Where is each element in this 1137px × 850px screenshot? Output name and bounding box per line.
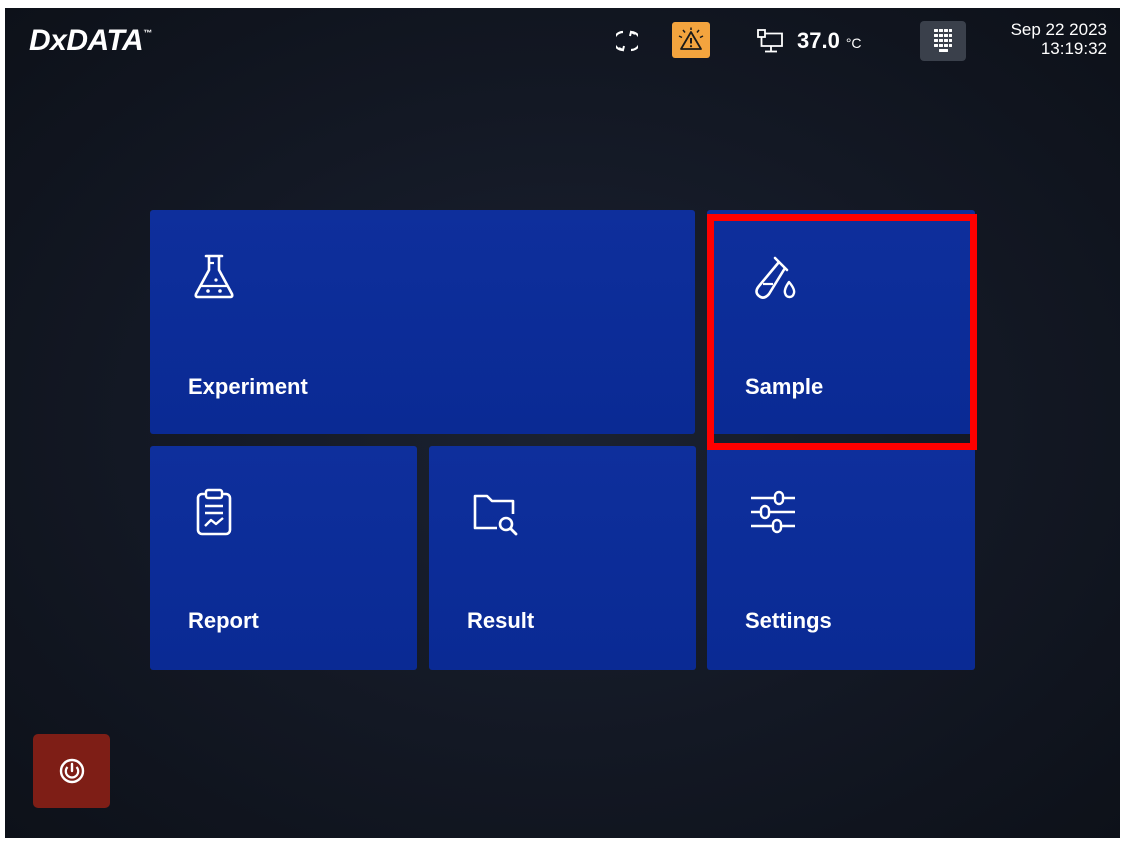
experiment-label: Experiment: [188, 374, 308, 399]
power-button[interactable]: [33, 734, 110, 808]
test-tube-icon: [755, 256, 796, 299]
experiment-tile[interactable]: Experiment: [150, 210, 695, 434]
folder-search-icon: [473, 494, 518, 536]
date-text: Sep 22 2023: [1010, 20, 1107, 39]
logo-text: DxDATA: [29, 24, 144, 57]
bottom-border: [0, 838, 1137, 850]
logo-trademark: ™: [143, 28, 152, 38]
settings-tile[interactable]: Settings: [707, 446, 975, 670]
settings-label: Settings: [745, 608, 832, 633]
result-label: Result: [467, 608, 535, 633]
temperature-unit: °C: [845, 35, 862, 51]
network-icon[interactable]: [755, 18, 785, 64]
result-tile[interactable]: Result: [429, 446, 696, 670]
time-text: 13:19:32: [1040, 39, 1107, 58]
report-tile[interactable]: Report: [150, 446, 417, 670]
power-icon: [59, 758, 84, 784]
temperature-readout: 37.0 °C: [797, 18, 862, 64]
warning-alert-icon[interactable]: [672, 22, 710, 58]
app-logo: DxDATA™: [29, 24, 152, 58]
sync-icon[interactable]: [613, 18, 641, 64]
sample-label: Sample: [745, 374, 824, 399]
keypad-icon[interactable]: [920, 21, 966, 61]
datetime-display: Sep 22 2023 13:19:32: [973, 20, 1107, 58]
sample-tile[interactable]: Sample: [707, 210, 975, 434]
temperature-value: 37.0: [797, 28, 840, 53]
clipboard-report-icon: [196, 488, 232, 536]
report-label: Report: [188, 608, 259, 633]
device-screen: DxDATA™ 37.0 °C Sep 22 2023 13:19:32 Exp…: [5, 8, 1120, 838]
sliders-icon: [751, 490, 795, 534]
flask-icon: [194, 254, 234, 299]
